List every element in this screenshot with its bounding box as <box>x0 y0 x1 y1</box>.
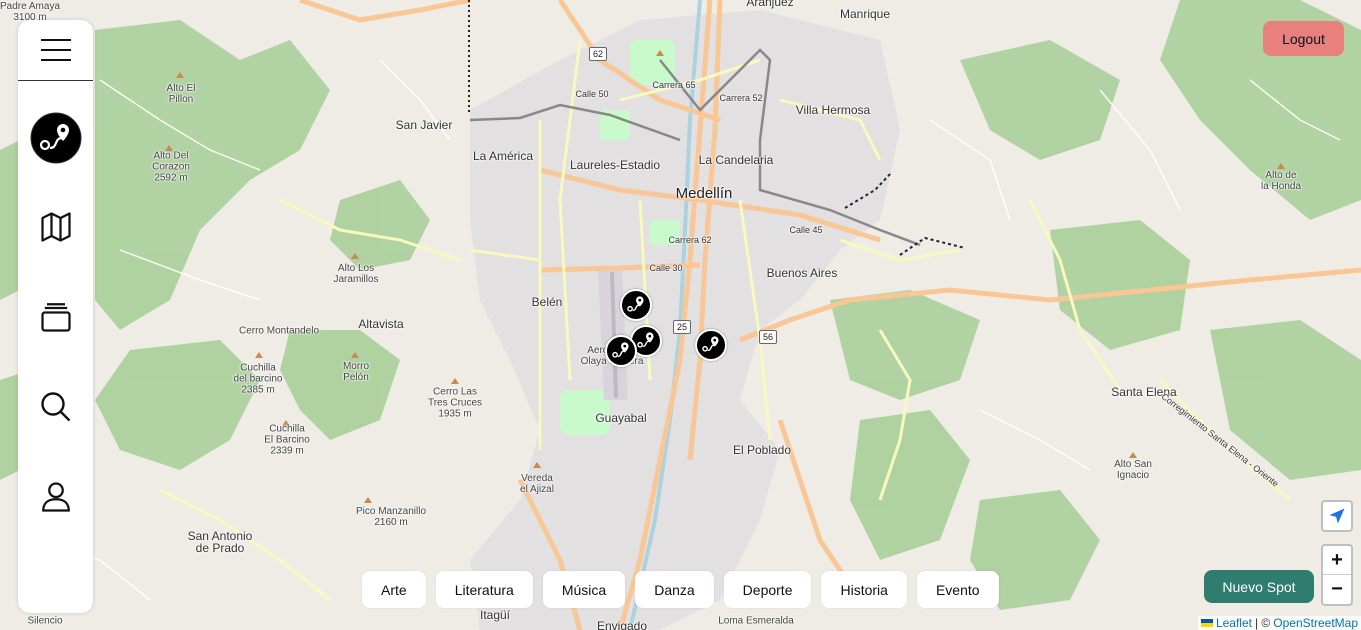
map-place-label: Carrera 65 <box>652 80 696 90</box>
zoom-out-button[interactable]: − <box>1323 575 1351 604</box>
map-place-label: Cuchilla del barcino 2385 m <box>233 362 283 396</box>
sidebar-item-search[interactable] <box>18 385 93 429</box>
map-place-label: Alto Los Jaramillos <box>333 263 379 285</box>
map-place-label: Calle 50 <box>575 89 609 99</box>
map-place-label: San Antonio de Prado <box>187 529 253 555</box>
map-place-label: Cuchilla El Barcino 2339 m <box>264 423 310 457</box>
user-icon <box>41 482 70 512</box>
map-place-label: Guayabal <box>595 411 647 425</box>
map-place-label: Cerro Montandelo <box>238 325 320 337</box>
map-icon <box>40 212 71 242</box>
map-canvas[interactable]: Padre Amaya 3100 m Manrique Aranjuez Alto El… <box>0 0 1361 630</box>
spots-logo-icon <box>30 112 81 164</box>
map-place-label: Envigado <box>596 619 648 630</box>
map-place-label: Alto Del Corazon 2592 m <box>152 150 190 184</box>
map-place-label: Loma Esmeralda <box>718 615 794 627</box>
map-place-label: Itagüí <box>479 608 511 622</box>
road-shield: 56 <box>758 330 778 344</box>
sidebar-item-profile[interactable] <box>18 475 93 519</box>
attribution-separator: | © <box>1254 616 1271 630</box>
map-place-label: Calle 45 <box>789 225 823 235</box>
category-filter-bar: Arte Literatura Música Danza Deporte Historia… <box>362 571 999 608</box>
map-place-label: Vereda el Ajizal <box>520 473 554 495</box>
map-place-label: Buenos Aires <box>766 266 838 280</box>
category-chip[interactable]: Deporte <box>723 571 812 608</box>
zoom-control: + − <box>1321 544 1353 606</box>
category-chip[interactable]: Arte <box>362 571 426 608</box>
openstreetmap-link[interactable]: OpenStreetMap <box>1273 616 1358 630</box>
map-place-label: Villa Hermosa <box>795 103 871 117</box>
new-spot-button[interactable]: Nuevo Spot <box>1204 570 1314 603</box>
category-chip[interactable]: Música <box>542 571 626 608</box>
map-place-label: San Javier <box>395 118 453 132</box>
category-chip[interactable]: Historia <box>821 571 907 608</box>
map-place-label: Morro Pelón <box>342 361 370 383</box>
hamburger-icon <box>40 35 71 65</box>
map-place-label: Alto San Ignacio <box>1114 459 1152 481</box>
category-chip[interactable]: Literatura <box>435 571 533 608</box>
sidebar-item-collections[interactable] <box>18 295 93 339</box>
category-chip[interactable]: Evento <box>916 571 999 608</box>
map-place-label: El Poblado <box>732 443 792 457</box>
map-place-label: Carrera 62 <box>668 235 712 245</box>
logout-button[interactable]: Logout <box>1263 21 1344 56</box>
search-icon <box>40 392 70 422</box>
spot-marker[interactable] <box>695 329 727 361</box>
map-place-label: Medellín <box>675 185 733 202</box>
map-place-label: Carrera 52 <box>719 93 763 103</box>
map-place-label: Belén <box>531 295 563 309</box>
sidebar-item-map[interactable] <box>18 205 93 249</box>
road-shield: 25 <box>672 320 692 334</box>
menu-button[interactable] <box>18 20 93 81</box>
location-arrow-icon <box>1329 508 1345 524</box>
map-place-label: La Candelaria <box>698 153 774 167</box>
spot-marker[interactable] <box>605 335 637 367</box>
map-place-label: Pico Manzanillo 2160 m <box>355 506 427 528</box>
map-place-label: Alto de la Honda <box>1260 170 1302 192</box>
spot-marker[interactable] <box>620 289 652 321</box>
map-place-label: Manrique <box>839 7 891 21</box>
ukraine-flag-icon <box>1200 619 1213 627</box>
spot-marker-icon <box>702 336 719 352</box>
spot-marker-icon <box>627 296 644 312</box>
road-shield: 62 <box>588 47 608 61</box>
map-place-label: Aranjuez <box>746 0 794 9</box>
spot-marker-icon <box>612 342 629 358</box>
zoom-in-button[interactable]: + <box>1323 546 1351 575</box>
map-place-label: Silencio <box>27 615 63 627</box>
category-chip[interactable]: Danza <box>635 571 714 608</box>
map-place-label: Altavista <box>358 317 404 331</box>
sidebar <box>18 20 93 613</box>
leaflet-link[interactable]: Leaflet <box>1216 616 1252 630</box>
map-place-label: Laureles-Estadio <box>569 158 661 172</box>
collections-icon <box>40 303 71 332</box>
map-place-label: La América <box>472 149 534 163</box>
map-place-label: Calle 30 <box>649 263 683 273</box>
map-place-label: Alto El Pillon <box>166 83 196 105</box>
locate-button[interactable] <box>1321 500 1353 532</box>
map-place-label: Cerro Las Tres Cruces 1935 m <box>427 386 483 420</box>
sidebar-item-spots[interactable] <box>18 110 93 166</box>
map-attribution: Leaflet | © OpenStreetMap <box>1197 616 1361 630</box>
